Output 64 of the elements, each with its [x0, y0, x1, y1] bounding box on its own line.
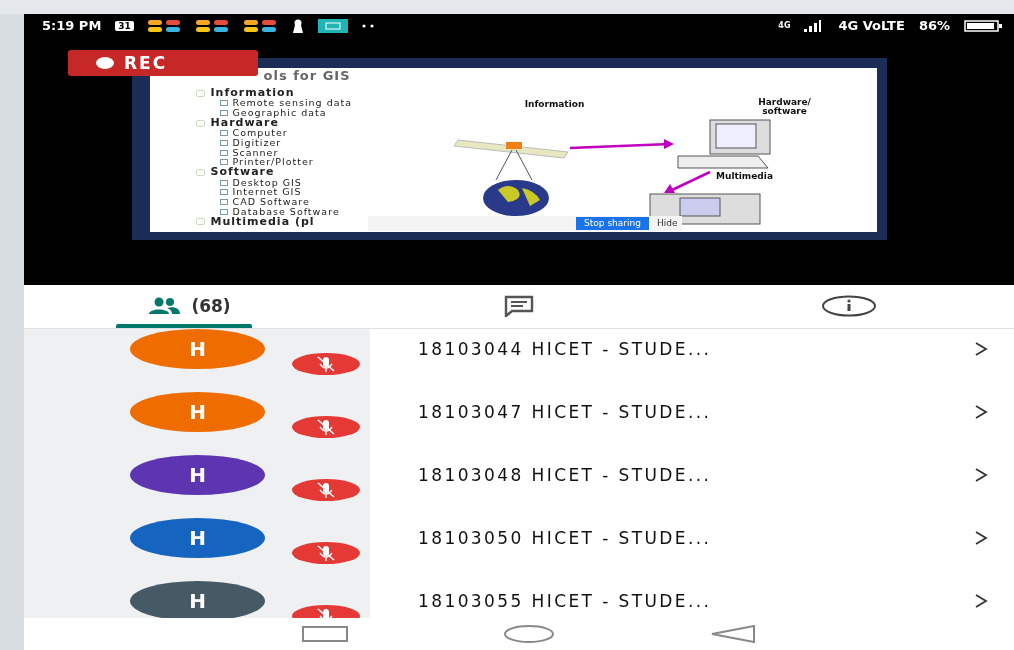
outline-subitem: Computer	[232, 128, 288, 139]
outline-item: Information	[210, 87, 295, 99]
chevron-icon[interactable]	[974, 467, 988, 483]
screen-icon	[317, 19, 348, 33]
diagram-label: Hardware/ software	[757, 97, 812, 116]
calendar-icon: 31	[115, 21, 134, 31]
bullet-icon	[219, 198, 228, 205]
participant-name[interactable]: 18103047 HICET - STUDE...	[418, 402, 712, 422]
bullet-icon	[195, 168, 205, 176]
battery-percent: 86%	[918, 18, 950, 34]
app-notification-icon	[147, 20, 182, 32]
person-icon	[291, 19, 304, 33]
recording-label: REC	[124, 52, 168, 73]
network-type: 4G VoLTE	[838, 18, 905, 34]
home-button[interactable]	[503, 625, 555, 644]
back-button[interactable]	[710, 625, 757, 644]
outline-subitem: Internet GIS	[232, 187, 302, 198]
slide-title: ols for GIS	[263, 67, 351, 83]
app-notification-icon	[243, 20, 278, 32]
chevron-icon[interactable]	[974, 593, 988, 609]
outline-subitem: Desktop GIS	[232, 177, 302, 188]
stop-sharing-button[interactable]: Stop sharing	[576, 216, 649, 230]
outline-item: Hardware	[210, 117, 279, 129]
network-label: 4G	[778, 21, 791, 31]
participant-name[interactable]: 18103055 HICET - STUDE...	[418, 591, 712, 611]
dots-icon	[361, 24, 374, 28]
bullet-icon	[219, 100, 228, 107]
bullet-icon	[195, 218, 205, 226]
bullet-icon	[219, 130, 228, 137]
chevron-icon[interactable]	[974, 530, 988, 546]
participant-name[interactable]: 18103044 HICET - STUDE...	[418, 339, 712, 359]
record-dot-icon	[96, 56, 114, 69]
bullet-icon	[219, 149, 228, 156]
status-time: 5:19 PM	[42, 18, 102, 34]
bullet-icon	[219, 110, 228, 116]
app-notification-icon	[195, 20, 230, 32]
battery-icon	[964, 20, 1002, 32]
people-icon	[147, 297, 182, 316]
diagram-label: Multimedia	[715, 171, 774, 181]
diagram-label: Information	[523, 99, 586, 109]
participant-name[interactable]: 18103050 HICET - STUDE...	[418, 528, 712, 548]
bullet-icon	[219, 208, 228, 215]
bullet-icon	[219, 139, 228, 146]
outline-item: Multimedia (pl	[210, 216, 315, 227]
hide-link[interactable]: Hide	[656, 218, 678, 229]
bullet-icon	[219, 189, 228, 196]
outline-item: Software	[210, 167, 275, 178]
outline-subitem: CAD Software	[232, 197, 310, 207]
outline-subitem: Database Software	[232, 206, 340, 217]
participant-name[interactable]: 18103048 HICET - STUDE...	[418, 465, 712, 485]
outline-subitem: Remote sensing data	[232, 98, 353, 109]
bullet-icon	[219, 179, 228, 186]
tab[interactable]: (68)	[24, 284, 354, 328]
recents-button[interactable]	[301, 626, 348, 643]
bullet-icon	[219, 159, 228, 166]
bullet-icon	[195, 89, 205, 97]
outline-subitem: Scanner	[232, 147, 279, 158]
outline-subitem: Digitizer	[232, 138, 282, 148]
outline-subitem: Geographic data	[232, 108, 327, 118]
chevron-icon[interactable]	[974, 404, 988, 420]
info-icon	[821, 295, 877, 318]
chevron-icon[interactable]	[974, 341, 988, 357]
bullet-icon	[195, 119, 205, 127]
chat-icon	[504, 295, 534, 318]
